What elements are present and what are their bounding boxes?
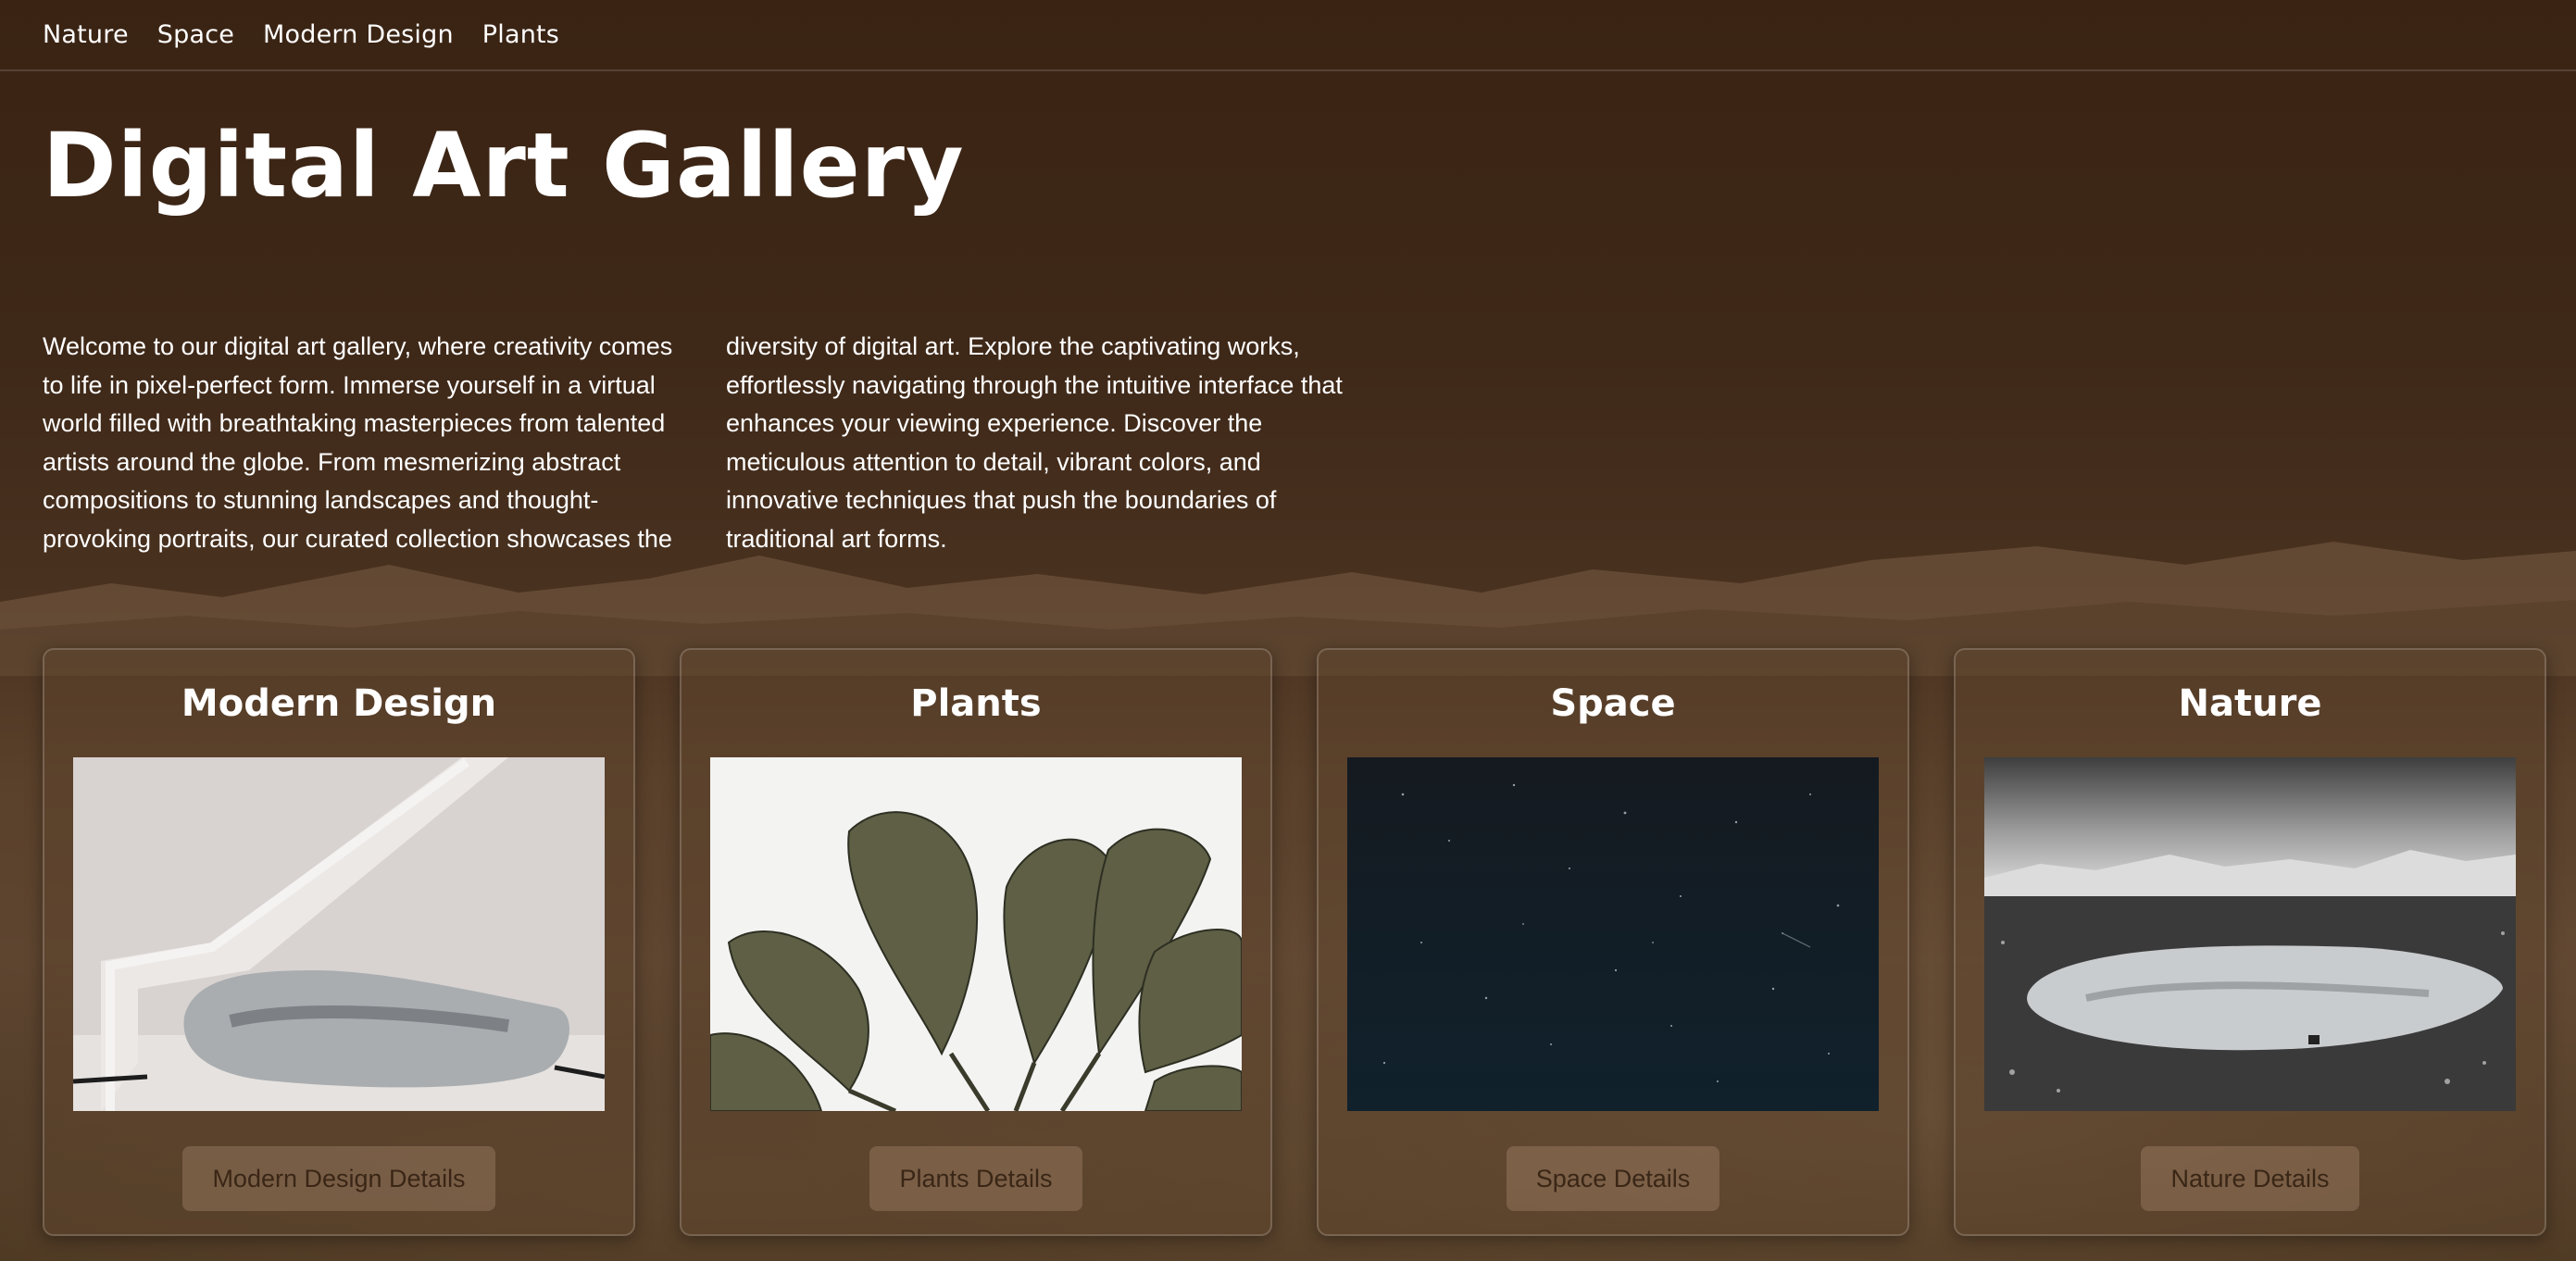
intro-paragraph: Welcome to our digital art gallery, wher… <box>43 332 1343 553</box>
card-space: Space Space Details <box>1317 648 1909 1236</box>
nav-link-plants[interactable]: Plants <box>482 20 559 49</box>
top-nav: Nature Space Modern Design Plants <box>0 0 2576 71</box>
nav-link-modern-design[interactable]: Modern Design <box>263 20 454 49</box>
card-plants: Plants Plants Details <box>680 648 1272 1236</box>
card-title: Plants <box>910 682 1042 725</box>
starry-night-sky-image <box>1347 757 1879 1111</box>
card-modern-design: Modern Design Modern Design Details <box>43 648 635 1236</box>
mountain-lake-image <box>1984 757 2516 1111</box>
card-title: Space <box>1550 682 1676 725</box>
banana-leaves-image <box>710 757 1242 1111</box>
nature-details-button[interactable]: Nature Details <box>2141 1146 2359 1211</box>
modern-design-details-button[interactable]: Modern Design Details <box>182 1146 495 1211</box>
card-title: Nature <box>2178 682 2322 725</box>
space-details-button[interactable]: Space Details <box>1506 1146 1720 1211</box>
modern-design-sofa-image <box>73 757 605 1111</box>
card-title: Modern Design <box>181 682 497 725</box>
card-nature: Nature Nature Details <box>1954 648 2546 1236</box>
nav-link-nature[interactable]: Nature <box>43 20 129 49</box>
gallery-cards: Modern Design Modern Design Details Plan… <box>43 648 2546 1236</box>
page-title: Digital Art Gallery <box>43 114 965 218</box>
plants-details-button[interactable]: Plants Details <box>869 1146 1082 1211</box>
nav-link-space[interactable]: Space <box>157 20 234 49</box>
